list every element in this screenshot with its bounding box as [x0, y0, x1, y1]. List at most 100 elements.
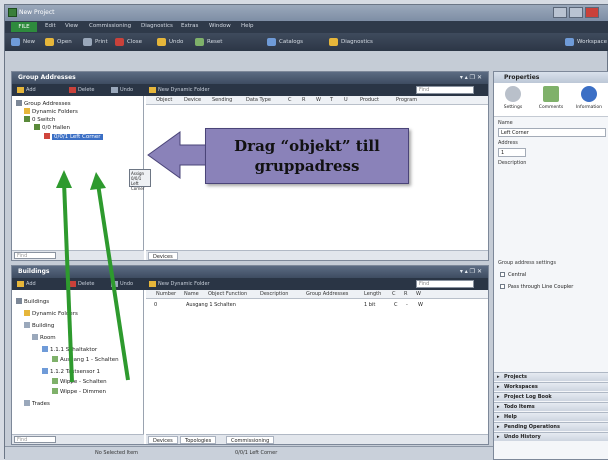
column-product[interactable]: Product — [360, 97, 379, 103]
tree-node-switch[interactable]: 0 Switch — [24, 116, 55, 124]
tab-information[interactable]: Information — [574, 86, 604, 114]
tab-comments[interactable]: Comments — [536, 86, 566, 114]
tree-node-buildings[interactable]: Buildings — [16, 298, 49, 306]
column-u[interactable]: U — [344, 97, 348, 103]
new-dynamic-folder-button[interactable]: New Dynamic Folder — [148, 280, 210, 288]
name-field[interactable]: Left Corner — [498, 128, 606, 137]
tree-node-wippe-dimmen[interactable]: Wippe - Dimmen — [52, 388, 106, 396]
buildings-tree: Buildings Dynamic Folders Building Room … — [12, 290, 144, 434]
tree-node-schaltaktor[interactable]: 1.1.1 Schaltaktor — [42, 346, 97, 354]
panel-window-controls[interactable]: ▾ ▴ ❐ ✕ — [460, 72, 482, 84]
panel-window-controls[interactable]: ▾ ▴ ❐ ✕ — [460, 266, 482, 278]
toolbar-catalogs[interactable]: Catalogs — [267, 36, 303, 48]
new-dynamic-folder-button[interactable]: New Dynamic Folder — [148, 86, 210, 94]
delete-building-button[interactable]: Delete — [68, 280, 94, 288]
pass-through-checkbox[interactable]: Pass through Line Coupler — [500, 284, 573, 290]
column-number[interactable]: Number — [156, 291, 176, 297]
tab-devices[interactable]: Devices — [148, 252, 178, 260]
info-icon — [581, 86, 597, 102]
column-t[interactable]: T — [330, 97, 333, 103]
tab-settings[interactable]: Settings — [498, 86, 528, 114]
column-object[interactable]: Object — [156, 97, 172, 103]
tree-node-left-corner[interactable]: 0/0/1 Left Corner — [44, 133, 103, 141]
toolbar-print-label: Print — [95, 39, 108, 45]
toolbar-new[interactable]: New — [11, 36, 35, 48]
undo-group-button[interactable]: Undo — [110, 86, 133, 94]
column-r[interactable]: R — [404, 291, 407, 297]
column-device[interactable]: Device — [184, 97, 201, 103]
tree-node-dynamic-folders[interactable]: Dynamic Folders — [24, 108, 78, 116]
column-group-addresses[interactable]: Group Addresses — [306, 291, 348, 297]
section-help[interactable]: Help — [494, 412, 608, 421]
group-tree-search-input[interactable]: Find — [14, 252, 56, 259]
main-toolbar: New Open Print Close Undo Reset Catalogs… — [5, 33, 608, 51]
toolbar-print[interactable]: Print — [83, 36, 108, 48]
column-program[interactable]: Program — [396, 97, 417, 103]
tree-node-room[interactable]: Room — [32, 334, 56, 342]
menu-bar: FILE Edit View Commissioning Diagnostics… — [5, 21, 608, 33]
close-button[interactable] — [585, 7, 599, 18]
menu-view[interactable]: View — [65, 23, 78, 29]
new-dynamic-folder-label: New Dynamic Folder — [158, 87, 210, 93]
buildings-grid-header: Number Name Object Function Description … — [146, 290, 488, 299]
tree-node-trades[interactable]: Trades — [24, 400, 50, 408]
toolbar-open[interactable]: Open — [45, 36, 72, 48]
maximize-button[interactable] — [569, 7, 583, 18]
tree-node-dynamic-folders[interactable]: Dynamic Folders — [24, 310, 78, 318]
tab-comments-label: Comments — [538, 105, 564, 110]
tab-topologies[interactable]: Topologies — [180, 436, 217, 444]
section-projects[interactable]: Projects — [494, 372, 608, 381]
undo-building-button[interactable]: Undo — [110, 280, 133, 288]
menu-diagnostics[interactable]: Diagnostics — [141, 23, 173, 29]
tree-node-ausgang[interactable]: Ausgang 1 - Schalten — [52, 356, 119, 364]
toolbar-reset[interactable]: Reset — [195, 36, 222, 48]
section-workspaces[interactable]: Workspaces — [494, 382, 608, 391]
minimize-button[interactable] — [553, 7, 567, 18]
tree-node-label: Dynamic Folders — [32, 109, 78, 115]
column-w[interactable]: W — [416, 291, 421, 297]
section-project-log-book[interactable]: Project Log Book — [494, 392, 608, 401]
network-icon — [16, 100, 22, 106]
column-sending[interactable]: Sending — [212, 97, 232, 103]
tree-node-tastsensor[interactable]: 1.1.2 Tastsensor 1 — [42, 368, 100, 376]
section-undo-history[interactable]: Undo History — [494, 432, 608, 441]
row-w: W — [418, 302, 423, 308]
tree-node-building[interactable]: Building — [24, 322, 54, 330]
column-description[interactable]: Description — [260, 291, 288, 297]
tree-node-hallen[interactable]: 0/0 Hallen — [34, 124, 70, 132]
tree-node-wippe-schalten[interactable]: Wippe - Schalten — [52, 378, 107, 386]
column-data-type[interactable]: Data Type — [246, 97, 271, 103]
toolbar-workspace[interactable]: Workspace — [565, 36, 607, 48]
add-building-button[interactable]: Add — [16, 280, 36, 288]
delete-group-button[interactable]: Delete — [68, 86, 94, 94]
column-length[interactable]: Length — [364, 291, 381, 297]
menu-help[interactable]: Help — [241, 23, 254, 29]
toolbar-diagnostics[interactable]: Diagnostics — [329, 36, 373, 48]
tree-node-group-addresses[interactable]: Group Addresses — [16, 100, 71, 108]
column-object-function[interactable]: Object Function — [208, 291, 247, 297]
tab-commissioning[interactable]: Commissioning — [226, 436, 275, 444]
object-icon — [52, 378, 58, 384]
column-w[interactable]: W — [316, 97, 321, 103]
column-c[interactable]: C — [392, 291, 396, 297]
menu-commissioning[interactable]: Commissioning — [89, 23, 131, 29]
column-c[interactable]: C — [288, 97, 292, 103]
menu-edit[interactable]: Edit — [45, 23, 56, 29]
section-pending-operations[interactable]: Pending Operations — [494, 422, 608, 431]
buildings-search-input[interactable]: Find — [416, 280, 474, 288]
add-group-button[interactable]: Add — [16, 86, 36, 94]
menu-extras[interactable]: Extras — [181, 23, 198, 29]
toolbar-undo[interactable]: Undo — [157, 36, 183, 48]
menu-file[interactable]: FILE — [11, 22, 37, 32]
address-field[interactable]: 1 — [498, 148, 526, 157]
toolbar-close[interactable]: Close — [115, 36, 142, 48]
central-checkbox[interactable]: Central — [500, 272, 526, 278]
add-group-label: Add — [26, 87, 36, 93]
menu-window[interactable]: Window — [209, 23, 231, 29]
column-name[interactable]: Name — [184, 291, 199, 297]
tab-devices[interactable]: Devices — [148, 436, 178, 444]
column-r[interactable]: R — [302, 97, 305, 103]
group-search-input[interactable]: Find — [416, 86, 474, 94]
buildings-tree-search-input[interactable]: Find — [14, 436, 56, 443]
section-todo-items[interactable]: Todo Items — [494, 402, 608, 411]
